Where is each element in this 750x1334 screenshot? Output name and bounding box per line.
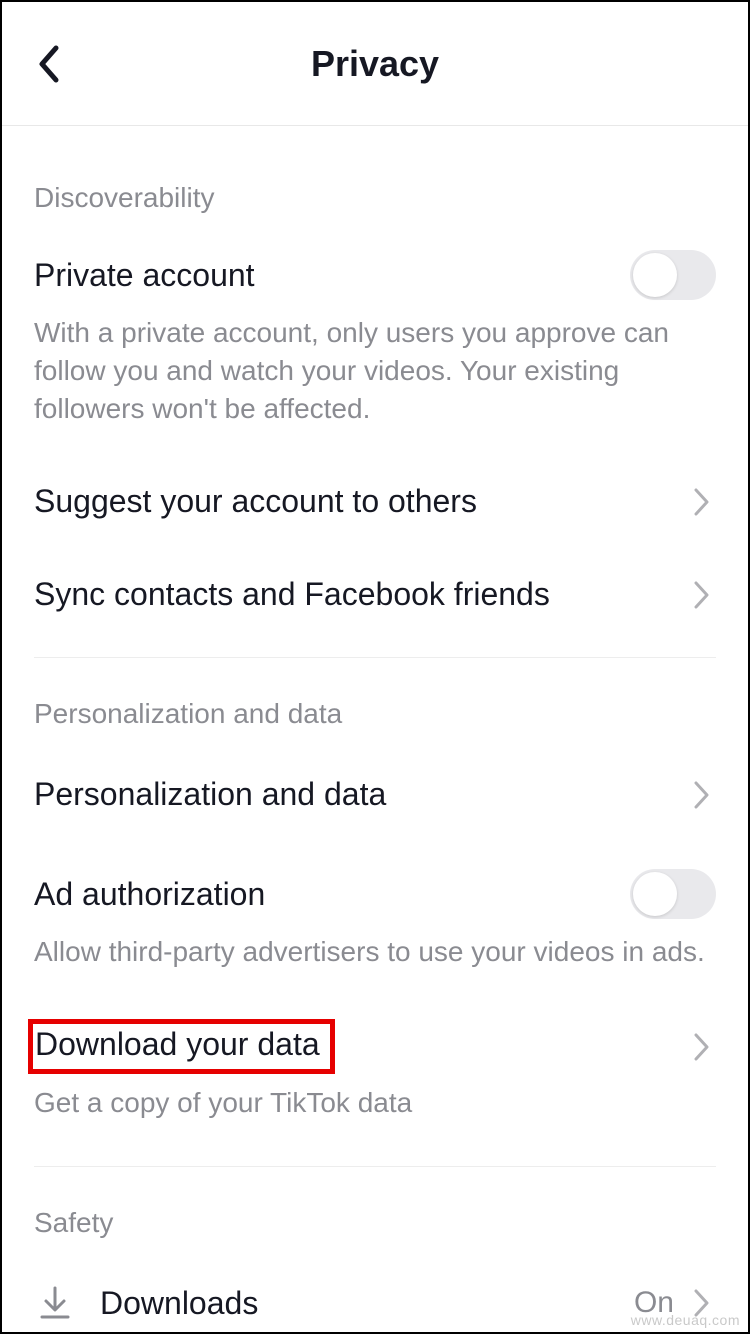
watermark: www.deuaq.com — [631, 1312, 740, 1328]
download-data-desc: Get a copy of your TikTok data — [34, 1084, 716, 1122]
highlight-annotation: Download your data — [28, 1019, 335, 1074]
section-header-discoverability: Discoverability — [2, 126, 748, 214]
row-downloads[interactable]: Downloads On — [2, 1239, 748, 1322]
downloads-label: Downloads — [100, 1285, 258, 1322]
row-suggest-account[interactable]: Suggest your account to others — [2, 427, 748, 520]
row-personalization[interactable]: Personalization and data — [2, 730, 748, 813]
chevron-right-icon — [688, 1033, 716, 1061]
chevron-left-icon — [36, 44, 60, 84]
section-header-safety: Safety — [2, 1167, 748, 1239]
suggest-account-label: Suggest your account to others — [34, 483, 477, 520]
chevron-right-icon — [688, 488, 716, 516]
ad-auth-label: Ad authorization — [34, 876, 265, 913]
chevron-right-icon — [688, 581, 716, 609]
download-data-label: Download your data — [35, 1026, 320, 1062]
page-title: Privacy — [311, 43, 439, 85]
row-sync-contacts[interactable]: Sync contacts and Facebook friends — [2, 520, 748, 613]
personalization-label: Personalization and data — [34, 776, 386, 813]
private-account-desc: With a private account, only users you a… — [34, 314, 716, 427]
sync-contacts-label: Sync contacts and Facebook friends — [34, 576, 550, 613]
back-button[interactable] — [26, 42, 70, 86]
private-account-label: Private account — [34, 257, 255, 294]
row-download-data[interactable]: Download your data Get a copy of your Ti… — [2, 971, 748, 1122]
ad-auth-toggle[interactable] — [630, 869, 716, 919]
row-ad-authorization[interactable]: Ad authorization Allow third-party adver… — [2, 813, 748, 971]
row-private-account[interactable]: Private account With a private account, … — [2, 214, 748, 427]
toggle-knob — [633, 253, 677, 297]
toggle-knob — [633, 872, 677, 916]
header-bar: Privacy — [2, 2, 748, 126]
private-account-toggle[interactable] — [630, 250, 716, 300]
section-header-personalization: Personalization and data — [2, 658, 748, 730]
chevron-right-icon — [688, 781, 716, 809]
ad-auth-desc: Allow third-party advertisers to use you… — [34, 933, 716, 971]
download-icon — [34, 1285, 76, 1321]
